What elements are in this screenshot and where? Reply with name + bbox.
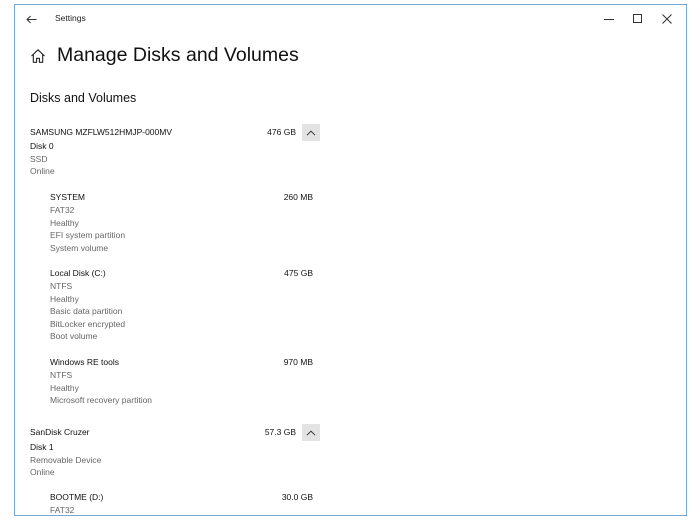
home-icon[interactable] [30, 48, 46, 64]
close-icon [662, 14, 672, 24]
volume-detail: Boot volume [50, 331, 98, 341]
volume-detail: Healthy [50, 217, 79, 228]
page-title: Manage Disks and Volumes [57, 44, 299, 66]
volume-detail: System volume [50, 242, 109, 253]
disk-number: Disk 0 [30, 141, 54, 151]
close-button[interactable] [656, 9, 678, 29]
maximize-button[interactable] [627, 9, 649, 29]
disk-size: 476 GB [267, 127, 296, 137]
disk-name: SAMSUNG MZFLW512HMJP-000MV [30, 127, 173, 137]
minimize-button[interactable] [598, 9, 620, 29]
disk-number: Disk 1 [30, 442, 54, 452]
back-arrow-icon [25, 15, 36, 23]
window-title: Settings [55, 13, 86, 23]
chevron-up-icon [306, 129, 316, 136]
volume-size: 970 MB [283, 357, 313, 367]
disk-media-type: Removable Device [30, 454, 102, 465]
back-button[interactable] [22, 10, 40, 28]
disk-size: 57.3 GB [264, 427, 296, 437]
volume-detail: Healthy [50, 382, 79, 393]
volume-name: Local Disk (C:) [50, 268, 106, 278]
collapse-disk-0-button[interactable] [302, 124, 320, 141]
volume-name: BOOTME (D:) [50, 492, 104, 502]
volume-name: SYSTEM [50, 192, 85, 202]
volume-detail: NTFS [50, 281, 73, 291]
title-bar: Settings [15, 5, 686, 33]
volume-size: 475 GB [284, 268, 313, 278]
volume-detail: FAT32 [50, 505, 75, 515]
volume-detail: NTFS [50, 370, 73, 380]
volume-name: Windows RE tools [50, 357, 119, 367]
volume-detail: EFI system partition [50, 230, 126, 240]
chevron-up-icon [306, 429, 316, 436]
disk-status: Online [30, 467, 55, 477]
volume-size: 30.0 GB [281, 492, 313, 502]
collapse-disk-1-button[interactable] [302, 424, 320, 441]
section-title: Disks and Volumes [30, 91, 137, 105]
volume-size: 260 MB [283, 192, 313, 202]
volume-detail: Basic data partition [50, 306, 123, 316]
disk-name: SanDisk Cruzer [30, 427, 90, 437]
volume-detail: Healthy [50, 293, 79, 304]
volume-detail: BitLocker encrypted [50, 318, 126, 329]
maximize-icon [633, 14, 642, 23]
disk-media-type: SSD [30, 153, 48, 164]
minimize-icon [604, 19, 614, 20]
volume-detail: FAT32 [50, 205, 75, 215]
settings-window: Settings Manage Disks and Volumes Disks … [14, 4, 687, 516]
disk-status: Online [30, 166, 55, 176]
volume-detail: Microsoft recovery partition [50, 395, 153, 405]
